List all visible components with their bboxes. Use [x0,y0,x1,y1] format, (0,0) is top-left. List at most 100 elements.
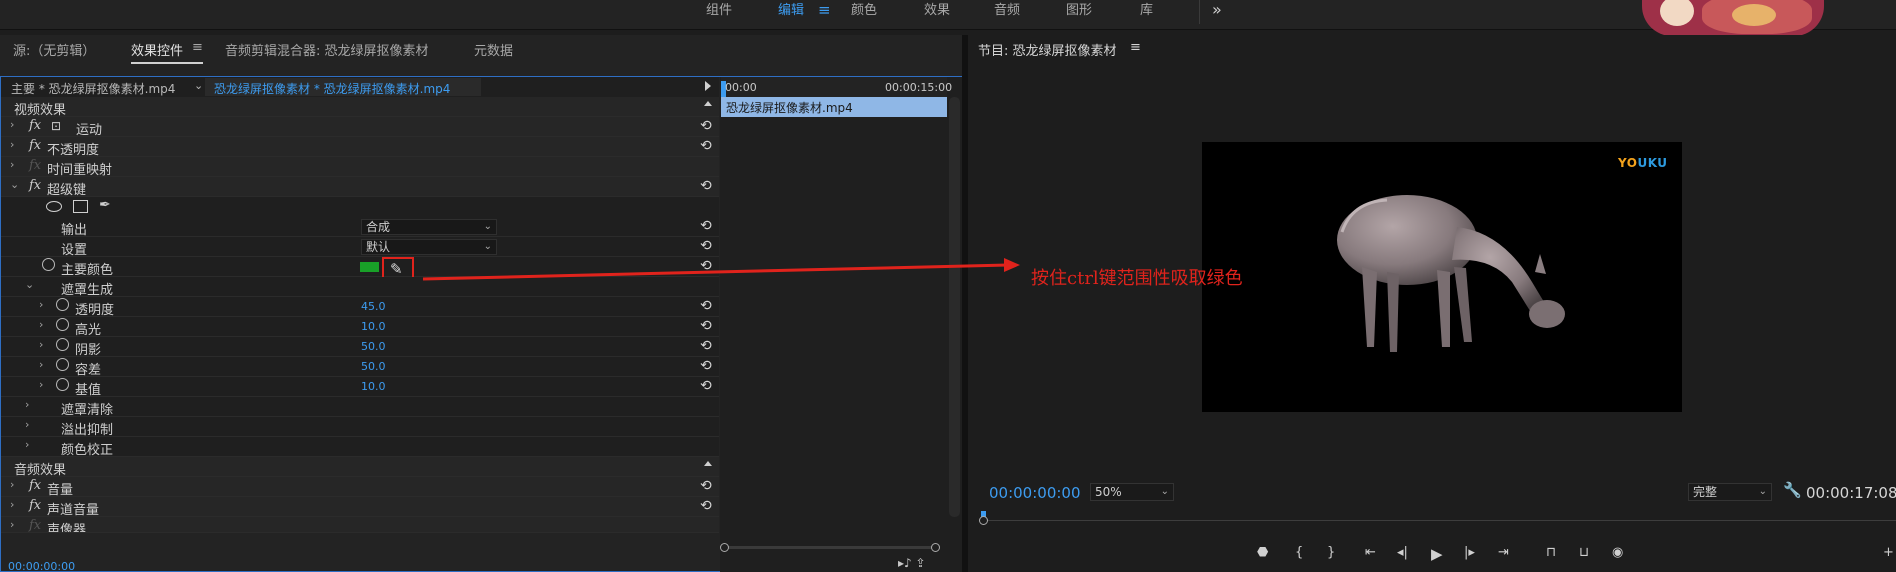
chevron-right-icon[interactable]: › [10,118,14,131]
reset-icon[interactable]: ⟲ [700,218,712,234]
tab-metadata[interactable]: 元数据 [474,40,513,59]
avatar[interactable] [1642,0,1824,36]
add-button-icon[interactable]: + [1883,545,1894,560]
rectangle-mask-icon[interactable] [73,200,88,213]
tolerance-value[interactable]: 50.0 [361,360,386,373]
step-forward-icon[interactable]: |▸ [1464,545,1475,560]
stopwatch-icon[interactable] [42,258,55,271]
tab-effect-controls[interactable]: 效果控件 [131,40,183,59]
tab-source[interactable]: 源:（无剪辑） [13,40,95,59]
group-color-correction[interactable]: › 颜色校正 [1,437,719,458]
time-ruler[interactable]: 00:00 00:00:15:00 [721,77,952,97]
go-to-in-icon[interactable]: ⇤ [1365,545,1376,560]
extract-icon[interactable]: ⊔ [1579,545,1589,560]
chevron-right-icon[interactable]: › [25,418,29,431]
workspace-tab-audio[interactable]: 音频 [994,0,1020,30]
reset-icon[interactable]: ⟲ [700,118,712,134]
effect-row-ultra-key[interactable]: ⌄ fx 超级键 ⟲ [1,177,719,198]
reset-icon[interactable]: ⟲ [700,378,712,394]
lift-icon[interactable]: ⊓ [1546,545,1556,560]
effect-row-opacity[interactable]: › fx 不透明度 ⟲ [1,137,719,158]
setting-select[interactable]: 默认 ⌄ [361,239,497,255]
effect-row-panner[interactable]: › fx 声像器 [1,517,719,533]
chevron-right-icon[interactable]: › [25,398,29,411]
reset-icon[interactable]: ⟲ [700,238,712,254]
group-matte-cleanup[interactable]: › 遮罩清除 [1,397,719,418]
playback-resolution-select[interactable]: 完整 ⌄ [1688,483,1772,501]
reset-icon[interactable]: ⟲ [700,258,712,274]
stopwatch-icon[interactable] [56,378,69,391]
reset-icon[interactable]: ⟲ [700,498,712,514]
chevron-down-icon[interactable]: ⌄ [10,178,19,191]
program-title[interactable]: 节目: 恐龙绿屏抠像素材 [978,40,1117,59]
chevron-right-icon[interactable]: › [10,158,14,171]
effect-row-time-remap[interactable]: › fx 时间重映射 [1,157,719,178]
reset-icon[interactable]: ⟲ [700,138,712,154]
filter-export-icons[interactable]: ▸♪ ⇪ [898,556,926,570]
effect-row-motion[interactable]: › fx ⊡ 运动 ⟲ [1,117,719,138]
transparency-value[interactable]: 45.0 [361,300,386,313]
chevron-right-icon[interactable]: › [39,378,43,391]
effect-controls-timecode[interactable]: 00:00:00:00 [8,560,75,572]
wrench-icon[interactable]: 🔧 [1783,481,1802,499]
chevron-right-icon[interactable]: › [10,478,14,491]
hamburger-icon[interactable]: ≡ [818,1,831,19]
key-color-swatch[interactable] [360,262,379,272]
program-scrub-bar[interactable] [979,511,1896,527]
chevron-right-icon[interactable]: › [39,298,43,311]
workspace-tab-effects[interactable]: 效果 [924,0,950,30]
chevron-right-icon[interactable]: › [10,518,14,531]
chevron-right-icon[interactable]: › [25,438,29,451]
fx-icon[interactable]: fx [29,138,41,153]
sequence-clip-label[interactable]: 恐龙绿屏抠像素材 * 恐龙绿屏抠像素材.mp4 [214,80,450,97]
reset-icon[interactable]: ⟲ [700,318,712,334]
play-icon[interactable]: ▶ [1431,545,1443,563]
horizontal-zoom-scrollbar[interactable] [720,543,940,552]
eyedropper-icon[interactable]: ✎ [390,260,403,278]
zoom-handle-right[interactable] [931,543,940,552]
chevron-down-icon[interactable]: ⌄ [25,278,34,291]
effect-row-volume[interactable]: › fx 音量 ⟲ [1,477,719,498]
workspace-tab-libraries[interactable]: 库 [1140,0,1153,30]
pedestal-value[interactable]: 10.0 [361,380,386,393]
clip-bar[interactable]: 恐龙绿屏抠像素材.mp4 [721,97,947,117]
reset-icon[interactable]: ⟲ [700,298,712,314]
collapse-up-icon[interactable] [704,101,712,106]
double-chevron-right-icon[interactable]: » [1212,0,1222,20]
transform-icon[interactable]: ⊡ [51,119,61,133]
shadow-value[interactable]: 50.0 [361,340,386,353]
fx-icon[interactable]: fx [29,118,41,133]
chevron-right-icon[interactable]: › [39,318,43,331]
collapse-up-icon[interactable] [704,461,712,466]
effect-row-channel-volume[interactable]: › fx 声道音量 ⟲ [1,497,719,518]
step-back-icon[interactable]: ◂| [1397,545,1408,560]
play-icon[interactable] [705,81,711,91]
tab-menu-icon[interactable]: ≡ [192,40,203,55]
workspace-tab-graphics[interactable]: 图形 [1066,0,1092,30]
chevron-right-icon[interactable]: › [39,338,43,351]
stopwatch-icon[interactable] [56,338,69,351]
workspace-tab-assembly[interactable]: 组件 [706,0,732,30]
stopwatch-icon[interactable] [56,358,69,371]
vertical-scrollbar[interactable] [949,97,960,517]
export-frame-icon[interactable]: ◉ [1612,545,1623,560]
zoom-handle-left[interactable] [720,543,729,552]
output-select[interactable]: 合成 ⌄ [361,219,497,235]
reset-icon[interactable]: ⟲ [700,178,712,194]
workspace-tab-editing[interactable]: 编辑 [778,0,804,30]
go-to-out-icon[interactable]: ⇥ [1498,545,1509,560]
program-current-timecode[interactable]: 00:00:00:00 [989,484,1081,502]
workspace-tab-color[interactable]: 颜色 [851,0,877,30]
reset-icon[interactable]: ⟲ [700,478,712,494]
stopwatch-icon[interactable] [56,298,69,311]
fx-icon[interactable]: fx [29,178,41,193]
master-clip-label[interactable]: 主要 * 恐龙绿屏抠像素材.mp4 [11,80,175,97]
reset-icon[interactable]: ⟲ [700,358,712,374]
zoom-level-select[interactable]: 50% ⌄ [1090,483,1174,501]
group-spill-suppression[interactable]: › 溢出抑制 [1,417,719,438]
reset-icon[interactable]: ⟲ [700,338,712,354]
ellipse-mask-icon[interactable] [46,201,62,212]
chevron-down-icon[interactable]: ⌄ [194,79,203,92]
highlight-value[interactable]: 10.0 [361,320,386,333]
group-matte-generation[interactable]: ⌄ 遮罩生成 [1,277,719,298]
